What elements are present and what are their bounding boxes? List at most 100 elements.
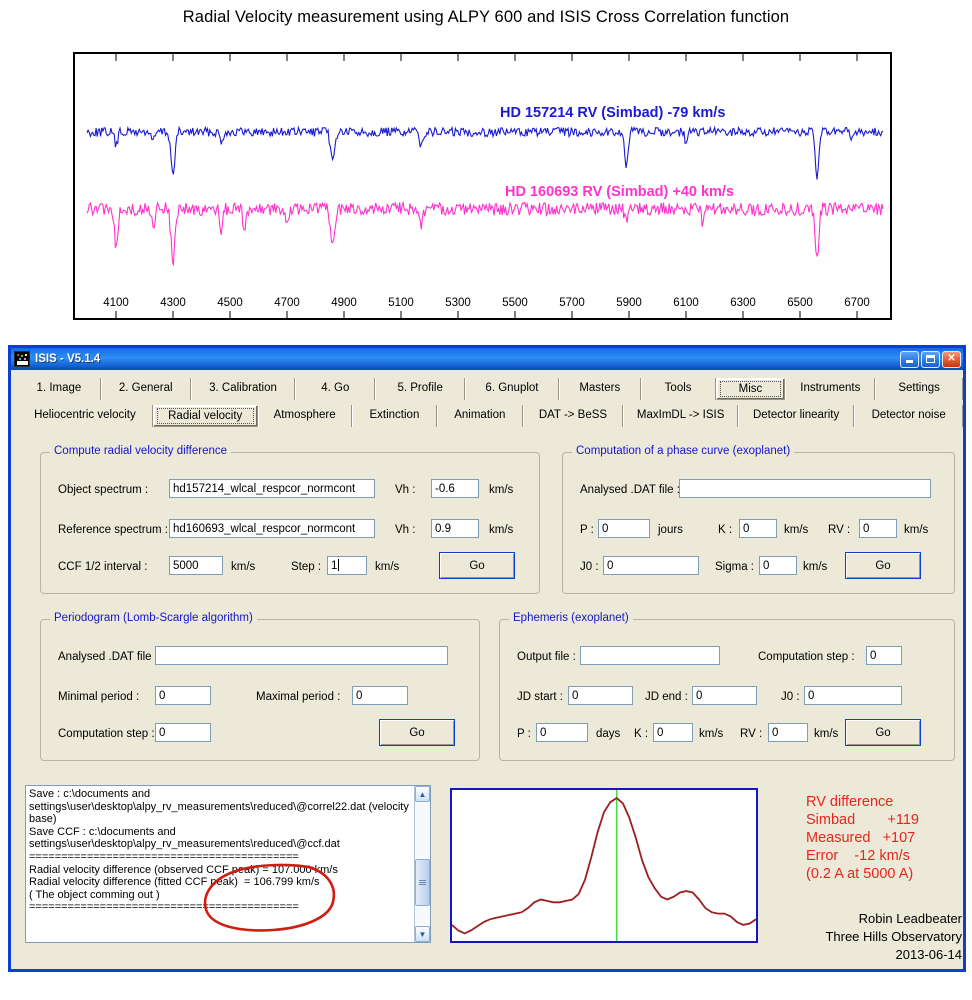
minimal-period-input[interactable]: 0 [155, 686, 211, 705]
rv-difference-annotation: RV difference Simbad +119 Measured +107 … [806, 793, 919, 883]
window-client-area: 1. Image 2. General 3. Calibration 4. Go 5. … [11, 378, 963, 427]
jd-start-input[interactable]: 0 [568, 686, 633, 705]
ephemeris-rv-unit: km/s [814, 728, 838, 740]
reference-vh-unit: km/s [489, 524, 513, 536]
tab-2-general[interactable]: 2. General [101, 378, 191, 400]
phase-p-unit: jours [658, 524, 683, 536]
tab-dat-bess[interactable]: DAT -> BeSS [523, 405, 624, 427]
object-vh-input[interactable]: -0.6 [431, 479, 479, 498]
tab-extinction[interactable]: Extinction [352, 405, 437, 427]
ccf-interval-input[interactable]: 5000 [169, 556, 223, 575]
group-compute-rv: Compute radial velocity difference Objec… [40, 452, 540, 594]
scroll-thumb[interactable] [415, 859, 430, 906]
group-periodogram: Periodogram (Lomb-Scargle algorithm) Ana… [40, 619, 480, 761]
tab-detector-linearity[interactable]: Detector linearity [738, 405, 854, 427]
scroll-up-icon[interactable]: ▲ [415, 786, 430, 802]
tab-radial-velocity[interactable]: Radial velocity [153, 405, 258, 427]
minimize-button[interactable] [900, 351, 919, 368]
spectrum-xtick: 4500 [217, 297, 243, 309]
tab-6-gnuplot[interactable]: 6. Gnuplot [465, 378, 559, 400]
tab-5-profile[interactable]: 5. Profile [375, 378, 465, 400]
ephemeris-k-unit: km/s [699, 728, 723, 740]
reference-spectrum-label: Reference spectrum : [58, 524, 168, 536]
ephemeris-rv-input[interactable]: 0 [768, 723, 808, 742]
tab-label: 3. Calibration [209, 382, 277, 394]
screenshot-root: Radial Velocity measurement using ALPY 6… [0, 0, 972, 1000]
periodogram-go-button[interactable]: Go [379, 719, 455, 746]
tab-maximdl-isis[interactable]: MaxImDL -> ISIS [623, 405, 737, 427]
phase-sigma-input[interactable]: 0 [759, 556, 797, 575]
reference-vh-label: Vh : [395, 524, 415, 536]
scroll-down-icon[interactable]: ▼ [415, 926, 430, 942]
periodogram-file-label: Analysed .DAT file : [58, 651, 158, 663]
tab-misc[interactable]: Misc [716, 378, 786, 400]
tab-instruments[interactable]: Instruments [785, 378, 875, 400]
group-ephemeris: Ephemeris (exoplanet) Output file : Comp… [499, 619, 955, 761]
page-title: Radial Velocity measurement using ALPY 6… [0, 8, 972, 27]
phase-k-input[interactable]: 0 [739, 519, 777, 538]
phase-rv-label: RV : [828, 524, 850, 536]
tab-4-go[interactable]: 4. Go [295, 378, 375, 400]
periodogram-file-input[interactable] [155, 646, 448, 665]
phase-j0-label: J0 : [580, 561, 599, 573]
window-titlebar[interactable]: ISIS - V5.1.4 ✕ [11, 348, 963, 370]
phase-k-label: K : [718, 524, 732, 536]
spectrum-xtick: 4300 [160, 297, 186, 309]
log-scrollbar[interactable]: ▲ ▼ [414, 786, 430, 942]
jd-end-input[interactable]: 0 [692, 686, 757, 705]
phase-file-input[interactable] [679, 479, 931, 498]
ephemeris-j0-input[interactable]: 0 [804, 686, 902, 705]
ephemeris-p-label: P : [517, 728, 531, 740]
close-icon: ✕ [947, 354, 955, 364]
maximize-button[interactable] [921, 351, 940, 368]
ephemeris-go-button[interactable]: Go [845, 719, 921, 746]
phase-rv-unit: km/s [904, 524, 928, 536]
scroll-track[interactable] [415, 802, 430, 926]
tab-detector-noise[interactable]: Detector noise [854, 405, 963, 427]
spectrum-xtick: 6100 [673, 297, 699, 309]
tab-atmosphere[interactable]: Atmosphere [258, 405, 352, 427]
phase-curve-go-button[interactable]: Go [845, 552, 921, 579]
spectrum-xtick: 6300 [730, 297, 756, 309]
ccf-interval-unit: km/s [231, 561, 255, 573]
maximize-icon [926, 355, 935, 363]
handdrawn-ellipse-annotation [195, 862, 345, 934]
spectrum-xtick: 4100 [103, 297, 129, 309]
tab-3-calibration[interactable]: 3. Calibration [191, 378, 296, 400]
tab-masters[interactable]: Masters [559, 378, 641, 400]
reference-vh-input[interactable]: 0.9 [431, 519, 479, 538]
output-file-input[interactable] [580, 646, 720, 665]
step-input[interactable]: 1 [327, 556, 367, 575]
tab-animation[interactable]: Animation [437, 405, 522, 427]
spectrum-plot: HD 157214 RV (Simbad) -79 km/s HD 160693… [73, 52, 892, 320]
phase-p-label: P : [580, 524, 594, 536]
compute-rv-go-button[interactable]: Go [439, 552, 515, 579]
spectrum-svg: HD 157214 RV (Simbad) -79 km/s HD 160693… [75, 54, 890, 318]
maximal-period-input[interactable]: 0 [352, 686, 408, 705]
spectrum-xaxis-labels: 4100430045004700490051005300550057005900… [103, 297, 870, 309]
object-spectrum-input[interactable]: hd157214_wlcal_respcor_normcont [169, 479, 375, 498]
ephemeris-p-input[interactable]: 0 [536, 723, 588, 742]
tab-label: Misc [739, 383, 763, 395]
close-button[interactable]: ✕ [942, 351, 961, 368]
spectrum-xtick: 5500 [502, 297, 528, 309]
phase-p-input[interactable]: 0 [598, 519, 650, 538]
reference-spectrum-input[interactable]: hd160693_wlcal_respcor_normcont [169, 519, 375, 538]
spectrum-xtick: 4700 [274, 297, 300, 309]
group-phase-curve-legend: Computation of a phase curve (exoplanet) [572, 445, 794, 457]
group-ephemeris-legend: Ephemeris (exoplanet) [509, 612, 633, 624]
phase-rv-input[interactable]: 0 [859, 519, 897, 538]
spectrum-xtick: 5900 [616, 297, 642, 309]
tab-1-image[interactable]: 1. Image [17, 378, 101, 400]
tab-tools[interactable]: Tools [641, 378, 716, 400]
phase-j0-input[interactable]: 0 [603, 556, 699, 575]
phase-sigma-unit: km/s [803, 561, 827, 573]
tab-label: 5. Profile [397, 382, 442, 394]
tab-heliocentric-velocity[interactable]: Heliocentric velocity [17, 405, 153, 427]
periodogram-step-input[interactable]: 0 [155, 723, 211, 742]
tab-label: 1. Image [37, 382, 82, 394]
ephemeris-k-input[interactable]: 0 [653, 723, 693, 742]
jd-end-label: JD end : [645, 691, 688, 703]
ephemeris-step-input[interactable]: 0 [866, 646, 902, 665]
tab-settings[interactable]: Settings [875, 378, 963, 400]
